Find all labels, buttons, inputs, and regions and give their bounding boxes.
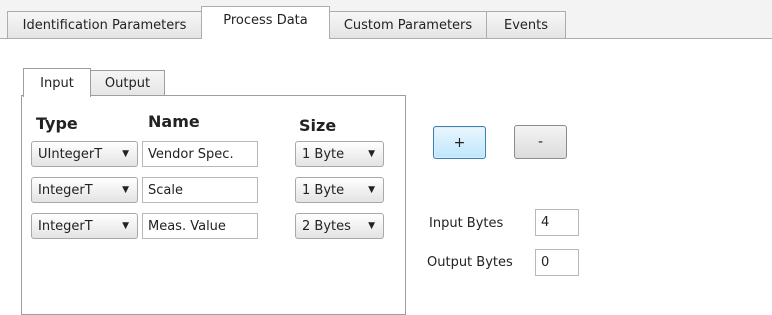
type-select[interactable]: IntegerT ▼: [31, 213, 138, 239]
size-select[interactable]: 2 Bytes ▼: [295, 213, 384, 239]
input-bytes-field[interactable]: [535, 209, 579, 236]
tab-label: Identification Parameters: [22, 17, 187, 33]
output-bytes-field[interactable]: [535, 249, 579, 276]
tab-identification-parameters[interactable]: Identification Parameters: [7, 11, 202, 38]
name-field[interactable]: [142, 177, 258, 203]
size-select[interactable]: 1 Byte ▼: [295, 177, 384, 203]
input-bytes-label: Input Bytes: [429, 216, 504, 231]
tab-strip-divider: [0, 38, 772, 39]
chevron-down-icon: ▼: [122, 221, 129, 231]
size-select-value: 1 Byte: [302, 182, 345, 198]
add-row-button[interactable]: +: [433, 126, 486, 159]
tab-process-data[interactable]: Process Data: [201, 6, 330, 39]
tab-input[interactable]: Input: [23, 68, 91, 97]
tab-label: Input: [40, 75, 74, 91]
type-select-value: IntegerT: [38, 182, 93, 198]
size-select[interactable]: 1 Byte ▼: [295, 141, 384, 167]
type-select[interactable]: UIntegerT ▼: [31, 141, 138, 167]
size-select-value: 1 Byte: [302, 146, 345, 162]
name-field[interactable]: [142, 213, 258, 239]
type-select[interactable]: IntegerT ▼: [31, 177, 138, 203]
chevron-down-icon: ▼: [368, 185, 375, 195]
chevron-down-icon: ▼: [122, 185, 129, 195]
chevron-down-icon: ▼: [122, 149, 129, 159]
type-select-value: UIntegerT: [38, 146, 103, 162]
column-header-name: Name: [148, 112, 200, 131]
tab-label: Events: [503, 17, 548, 33]
column-header-type: Type: [36, 114, 78, 133]
tab-label: Output: [104, 75, 151, 91]
tab-custom-parameters[interactable]: Custom Parameters: [329, 11, 487, 38]
type-select-value: IntegerT: [38, 218, 93, 234]
output-bytes-label: Output Bytes: [427, 255, 513, 270]
chevron-down-icon: ▼: [368, 149, 375, 159]
tab-label: Process Data: [223, 12, 308, 28]
process-data-panel: [21, 95, 406, 315]
name-field[interactable]: [142, 141, 258, 167]
chevron-down-icon: ▼: [368, 221, 375, 231]
tab-output[interactable]: Output: [90, 70, 165, 95]
tab-label: Custom Parameters: [343, 17, 473, 33]
size-select-value: 2 Bytes: [302, 218, 351, 234]
main-tab-strip: Identification Parameters Process Data C…: [0, 0, 772, 39]
tab-events[interactable]: Events: [486, 11, 566, 38]
remove-row-button[interactable]: -: [514, 125, 567, 159]
column-header-size: Size: [299, 116, 337, 135]
